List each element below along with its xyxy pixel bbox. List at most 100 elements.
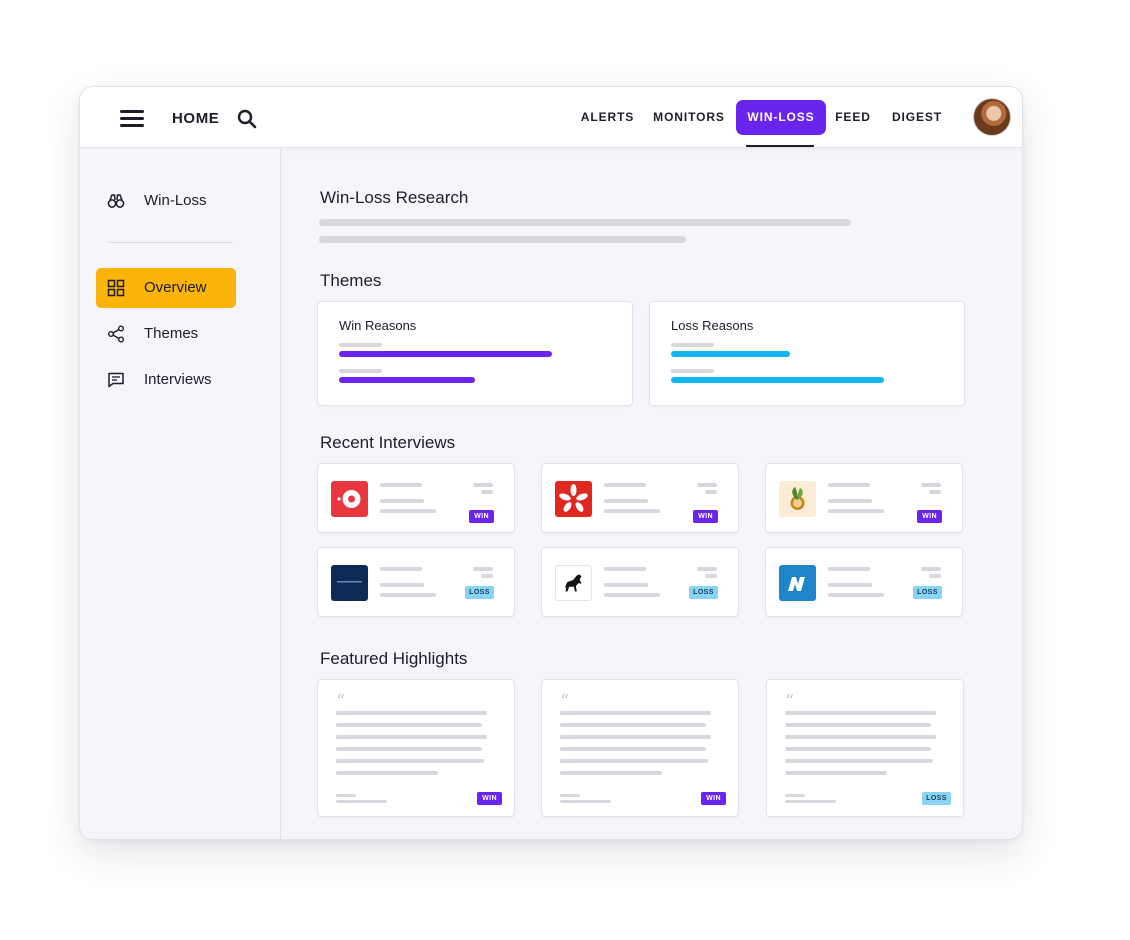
highlight-card[interactable]: “ WIN bbox=[541, 679, 739, 817]
theme-bar bbox=[339, 377, 475, 383]
result-badge: LOSS bbox=[689, 586, 718, 599]
black-horse-logo bbox=[555, 565, 592, 601]
highlight-card[interactable]: “ LOSS bbox=[766, 679, 964, 817]
placeholder-line bbox=[336, 735, 487, 739]
placeholder-line bbox=[560, 759, 708, 763]
placeholder-line bbox=[380, 499, 424, 503]
nav-feed[interactable]: FEED bbox=[832, 100, 874, 135]
placeholder-line bbox=[785, 735, 936, 739]
page-title: Win-Loss Research bbox=[320, 188, 469, 207]
yelp-burst-logo bbox=[555, 481, 592, 517]
placeholder-line bbox=[604, 509, 660, 513]
placeholder-line bbox=[604, 483, 646, 487]
sidebar-item-overview[interactable]: Overview bbox=[96, 268, 236, 308]
interview-card[interactable]: WIN bbox=[765, 463, 963, 533]
result-badge: WIN bbox=[693, 510, 718, 523]
interview-card[interactable]: LOSS bbox=[765, 547, 963, 617]
placeholder-line bbox=[785, 747, 931, 751]
sidebar-item-label: Themes bbox=[144, 325, 199, 342]
red-target-logo bbox=[331, 481, 368, 517]
sidebar-header-win-loss[interactable]: Win-Loss bbox=[96, 181, 236, 221]
interview-card[interactable]: LOSS bbox=[317, 547, 515, 617]
placeholder-line bbox=[380, 567, 422, 571]
placeholder-line bbox=[336, 759, 484, 763]
theme-card-title: Win Reasons bbox=[339, 318, 417, 333]
interview-card[interactable]: WIN bbox=[541, 463, 739, 533]
placeholder-line bbox=[473, 567, 493, 571]
placeholder-line bbox=[380, 509, 436, 513]
placeholder-line bbox=[336, 771, 438, 775]
placeholder-line bbox=[560, 723, 706, 727]
theme-bar bbox=[339, 351, 552, 357]
nav-win-loss[interactable]: WIN-LOSS bbox=[736, 100, 826, 135]
description-placeholder-line bbox=[319, 219, 851, 226]
placeholder-line bbox=[828, 593, 884, 597]
nav-digest[interactable]: DIGEST bbox=[886, 100, 948, 135]
placeholder-line bbox=[929, 490, 941, 494]
theme-label-placeholder bbox=[671, 369, 714, 373]
placeholder-line bbox=[481, 574, 493, 578]
placeholder-line bbox=[604, 593, 660, 597]
result-badge: WIN bbox=[477, 792, 502, 805]
main-content: Win-Loss Research Themes Win Reasons Los… bbox=[282, 149, 1022, 839]
placeholder-line bbox=[336, 747, 482, 751]
description-placeholder-line bbox=[319, 236, 686, 243]
placeholder-line bbox=[604, 499, 648, 503]
green-leaf-logo bbox=[779, 481, 816, 517]
active-nav-underline bbox=[746, 145, 814, 147]
placeholder-line bbox=[560, 800, 611, 803]
placeholder-line bbox=[828, 499, 872, 503]
theme-card-title: Loss Reasons bbox=[671, 318, 754, 333]
placeholder-line bbox=[336, 794, 356, 797]
placeholder-line bbox=[560, 711, 711, 715]
sidebar-item-label: Interviews bbox=[144, 371, 212, 388]
top-bar: HOME ALERTS MONITORS WIN-LOSS FEED DIGES… bbox=[80, 87, 1022, 148]
sidebar-item-interviews[interactable]: Interviews bbox=[96, 360, 236, 400]
placeholder-line bbox=[473, 483, 493, 487]
app-window: HOME ALERTS MONITORS WIN-LOSS FEED DIGES… bbox=[79, 86, 1023, 840]
home-link[interactable]: HOME bbox=[172, 110, 219, 127]
sidebar: Win-Loss Overview Themes Interviews bbox=[80, 149, 281, 839]
placeholder-line bbox=[560, 735, 711, 739]
placeholder-line bbox=[380, 483, 422, 487]
quote-icon: “ bbox=[785, 691, 795, 712]
placeholder-line bbox=[921, 483, 941, 487]
share-nodes-icon bbox=[108, 325, 124, 343]
placeholder-line bbox=[785, 794, 805, 797]
theme-bar bbox=[671, 377, 884, 383]
avatar[interactable] bbox=[973, 98, 1011, 136]
placeholder-line bbox=[380, 593, 436, 597]
navy-bank-logo bbox=[331, 565, 368, 601]
placeholder-line bbox=[604, 567, 646, 571]
nav-monitors[interactable]: MONITORS bbox=[649, 100, 729, 135]
placeholder-line bbox=[697, 567, 717, 571]
theme-card-win-reasons[interactable]: Win Reasons bbox=[317, 301, 633, 406]
interview-card[interactable]: LOSS bbox=[541, 547, 739, 617]
binoculars-icon bbox=[107, 194, 125, 208]
sidebar-item-themes[interactable]: Themes bbox=[96, 314, 236, 354]
placeholder-line bbox=[828, 509, 884, 513]
highlight-card[interactable]: “ WIN bbox=[317, 679, 515, 817]
placeholder-line bbox=[785, 800, 836, 803]
placeholder-line bbox=[336, 723, 482, 727]
placeholder-line bbox=[560, 747, 706, 751]
placeholder-line bbox=[560, 771, 662, 775]
result-badge: LOSS bbox=[913, 586, 942, 599]
result-badge: WIN bbox=[701, 792, 726, 805]
grid-icon bbox=[107, 279, 125, 297]
placeholder-line bbox=[705, 574, 717, 578]
theme-card-loss-reasons[interactable]: Loss Reasons bbox=[649, 301, 965, 406]
placeholder-line bbox=[481, 490, 493, 494]
interview-card[interactable]: WIN bbox=[317, 463, 515, 533]
nav-alerts[interactable]: ALERTS bbox=[577, 100, 638, 135]
placeholder-line bbox=[697, 483, 717, 487]
placeholder-line bbox=[828, 583, 872, 587]
placeholder-line bbox=[828, 483, 870, 487]
placeholder-line bbox=[785, 771, 887, 775]
placeholder-line bbox=[336, 711, 487, 715]
result-badge: WIN bbox=[917, 510, 942, 523]
search-icon[interactable] bbox=[237, 109, 257, 129]
sidebar-header-label: Win-Loss bbox=[144, 192, 207, 209]
menu-icon[interactable] bbox=[120, 109, 144, 127]
featured-highlights-heading: Featured Highlights bbox=[320, 649, 468, 668]
